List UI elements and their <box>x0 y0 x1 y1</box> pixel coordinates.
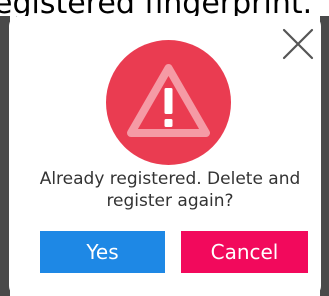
close-icon <box>282 28 314 60</box>
cancel-button[interactable]: Cancel <box>181 231 308 273</box>
yes-button[interactable]: Yes <box>40 231 165 273</box>
close-button[interactable] <box>280 26 316 62</box>
warning-triangle-icon <box>127 64 210 137</box>
dialog-message: Already registered. Delete and register … <box>39 169 301 211</box>
alert-badge <box>106 40 231 165</box>
dim-overlay-right <box>320 16 329 296</box>
